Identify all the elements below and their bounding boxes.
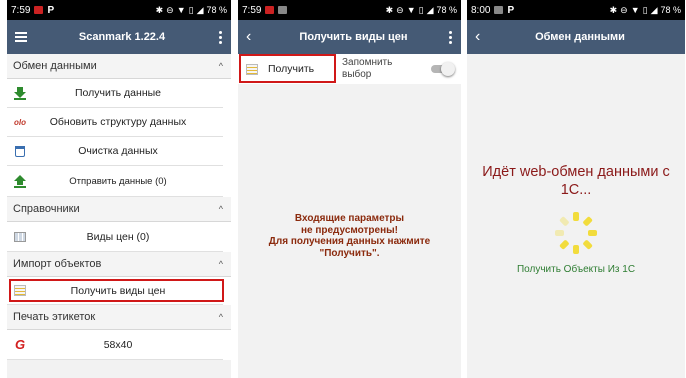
app-bar: ‹ Получить виды цен (238, 20, 461, 54)
status-time: 7:59 (11, 4, 31, 16)
remember-line-2: выбор (342, 69, 372, 80)
sim-icon: ▯ (642, 4, 648, 15)
remember-choice-toggle[interactable] (429, 62, 455, 76)
status-time: 8:00 (471, 4, 491, 16)
section-title: Печать этикеток (13, 311, 96, 323)
screen-get-price-types: 7:59 ✱ ⊖ ▼ ▯ ◢ 78 % ‹ Получить виды цен … (238, 0, 461, 378)
menu-item-update-structure[interactable]: olo Обновить структуру данных (7, 108, 223, 137)
back-arrow-icon[interactable]: ‹ (475, 28, 489, 46)
status-bar: 7:59 ✱ ⊖ ▼ ▯ ◢ 78 % (238, 0, 461, 20)
highlight-box (9, 279, 224, 302)
menu-item-label: Отправить данные (0) (69, 175, 167, 187)
menu-item-label-58x40[interactable]: G 58x40 (7, 330, 223, 360)
bluetooth-icon: ✱ (385, 4, 394, 15)
section-header-import[interactable]: Импорт объектов ^ (7, 252, 231, 277)
remember-choice-label: Запомнить выбор (342, 57, 402, 81)
status-time: 7:59 (242, 4, 262, 16)
screen-data-exchange: 8:00 P ✱ ⊖ ▼ ▯ ◢ 78 % ‹ Обмен данными Ид… (467, 0, 685, 378)
more-options-icon[interactable] (447, 30, 453, 44)
exchange-status-text: Получить Объекты Из 1С (516, 264, 636, 275)
menu-item-label: Обновить структуру данных (49, 116, 187, 128)
wifi-icon: ▼ (406, 5, 416, 15)
battery-level: 78 % (206, 5, 227, 15)
app-bar: Scanmark 1.22.4 (7, 20, 231, 54)
info-message: Входящие параметры не предусмотрены! Для… (238, 213, 461, 259)
sim-icon: ▯ (418, 4, 424, 15)
signal-icon: ◢ (650, 4, 658, 15)
menu-item-get-data[interactable]: Получить данные (7, 79, 223, 108)
battery-level: 78 % (436, 5, 457, 15)
section-title: Импорт объектов (13, 258, 102, 270)
menu-item-price-types[interactable]: Виды цен (0) (7, 222, 223, 252)
notification-icon (278, 6, 288, 14)
app-bar: ‹ Обмен данными (467, 20, 685, 54)
loading-spinner-icon (555, 212, 597, 254)
wifi-icon: ▼ (630, 5, 640, 15)
menu-item-label: Виды цен (0) (86, 230, 150, 243)
bluetooth-icon: ✱ (155, 4, 164, 15)
wifi-icon: ▼ (176, 5, 186, 15)
notification-icon (34, 6, 44, 14)
highlight-box (239, 54, 336, 83)
menu-item-label: Получить данные (74, 87, 161, 99)
trash-icon (15, 145, 25, 157)
chevron-up-icon: ^ (218, 204, 223, 214)
back-arrow-icon[interactable]: ‹ (246, 28, 260, 46)
message-line: Входящие параметры (294, 213, 405, 224)
section-title: Обмен данными (13, 60, 97, 72)
message-line: не предусмотрены! (300, 224, 399, 236)
message-line: "Получить". (319, 247, 380, 259)
printer-brand-icon: G (14, 337, 26, 352)
p-indicator: P (47, 4, 55, 16)
menu-item-label: 58x40 (103, 338, 133, 351)
screen-title: Обмен данными (535, 31, 625, 43)
section-header-references[interactable]: Справочники ^ (7, 197, 231, 222)
menu-item-send-data[interactable]: Отправить данные (0) (7, 166, 223, 197)
remember-line-1: Запомнить (342, 57, 393, 68)
upload-icon (14, 174, 26, 188)
chevron-up-icon: ^ (218, 312, 223, 322)
bluetooth-icon: ✱ (609, 4, 618, 15)
message-line: 1С... (560, 182, 592, 198)
section-header-exchange[interactable]: Обмен данными ^ (7, 54, 231, 79)
chevron-up-icon: ^ (218, 61, 223, 71)
sim-icon: ▯ (188, 4, 194, 15)
battery-level: 78 % (660, 5, 681, 15)
status-bar: 7:59 P ✱ ⊖ ▼ ▯ ◢ 78 % (7, 0, 231, 20)
notification-icon (494, 6, 504, 14)
menu-item-label: Очистка данных (78, 145, 158, 157)
more-options-icon[interactable] (217, 30, 223, 44)
section-header-print-labels[interactable]: Печать этикеток ^ (7, 305, 231, 330)
minus-circle-icon: ⊖ (396, 4, 404, 15)
menu-item-clear-data[interactable]: Очистка данных (7, 137, 223, 166)
p-indicator: P (507, 4, 515, 16)
signal-icon: ◢ (196, 4, 204, 15)
section-title: Справочники (13, 203, 80, 215)
action-toolbar: Получить Запомнить выбор (238, 54, 461, 84)
signal-icon: ◢ (426, 4, 434, 15)
menu-icon[interactable] (15, 32, 27, 42)
minus-circle-icon: ⊖ (166, 4, 174, 15)
minus-circle-icon: ⊖ (620, 4, 628, 15)
olo-logo-icon: olo (14, 117, 26, 127)
message-line: Идёт web-обмен данными с (482, 164, 670, 180)
table-icon (14, 231, 26, 242)
status-bar: 8:00 P ✱ ⊖ ▼ ▯ ◢ 78 % (467, 0, 685, 20)
screen-main-menu: 7:59 P ✱ ⊖ ▼ ▯ ◢ 78 % Scanmark 1.22.4 Об… (7, 0, 231, 378)
screen-title: Получить виды цен (299, 31, 408, 43)
download-icon (14, 86, 26, 100)
progress-message: Идёт web-обмен данными с 1С... (467, 163, 685, 199)
notification-icon (265, 6, 275, 14)
chevron-up-icon: ^ (218, 259, 223, 269)
message-line: Для получения данных нажмите (268, 236, 431, 247)
app-title: Scanmark 1.22.4 (78, 31, 166, 43)
